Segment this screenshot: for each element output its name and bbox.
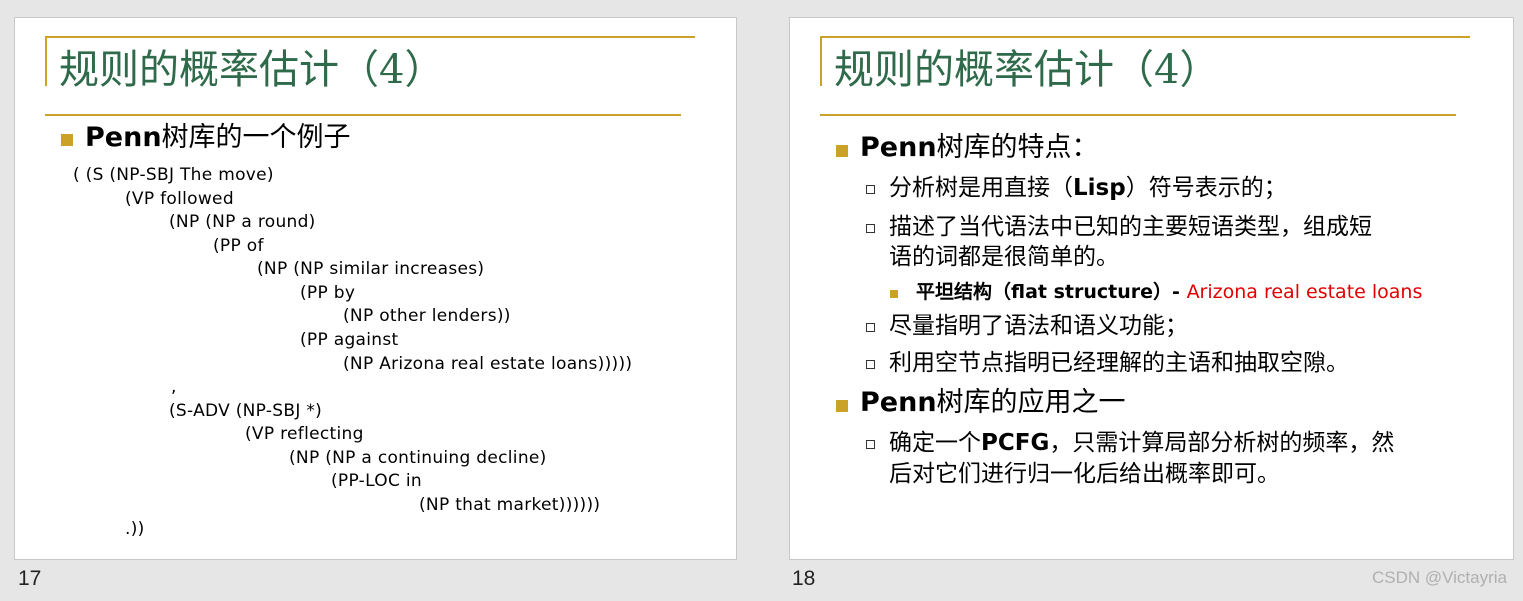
sub-bullet-phrase-types-cont: 语的词都是很简单的。 xyxy=(889,244,1119,270)
sub-bullet-pcfg-cont: 后对它们进行归一化后给出概率即可。 xyxy=(889,461,1280,487)
sub-bullet-pcfg: 确定一个PCFG，只需计算局部分析树的频率，然 xyxy=(889,430,1395,456)
slide-title: 规则的概率估计（4） xyxy=(59,47,445,93)
heading-penn-example: Penn树库的一个例子 xyxy=(85,122,351,153)
hollow-bullet-icon xyxy=(866,224,875,233)
sub-bullet-lisp: 分析树是用直接（Lisp）符号表示的； xyxy=(889,175,1287,201)
page-number-18: 18 xyxy=(792,567,816,590)
bullet-penn-features: Penn树库的特点： xyxy=(860,132,1099,163)
code-line: (NP (NP similar increases) xyxy=(257,259,485,279)
watermark: CSDN @Victayria xyxy=(1371,568,1507,587)
code-line: (PP of xyxy=(213,236,264,256)
slide-17: 规则的概率估计（4） Penn树库的一个例子 ( (S (NP-SBJ The … xyxy=(14,17,737,560)
treebank-example-code: ( (S (NP-SBJ The move) (VP followed (NP … xyxy=(73,158,725,554)
sub-sub-bullet-flat-structure: 平坦结构（flat structure）- Arizona real estat… xyxy=(916,281,1423,303)
code-line: (VP followed xyxy=(125,189,234,209)
square-bullet-icon xyxy=(836,145,848,157)
slide-title: 规则的概率估计（4） xyxy=(834,47,1220,93)
sub-bullet-phrase-types: 描述了当代语法中已知的主要短语类型，组成短 xyxy=(889,214,1372,240)
code-line: .)) xyxy=(125,519,145,539)
code-line: (NP Arizona real estate loans))))) xyxy=(343,354,633,374)
title-underline xyxy=(45,114,681,116)
square-bullet-icon xyxy=(836,400,848,412)
page-number-17: 17 xyxy=(18,567,42,590)
slide-18: 规则的概率估计（4） Penn树库的特点： 分析树是用直接（Lisp）符号表示的… xyxy=(789,17,1514,560)
sub-bullet-functions: 尽量指明了语法和语义功能； xyxy=(889,313,1188,339)
code-line: , xyxy=(171,377,177,397)
code-line: (NP (NP a continuing decline) xyxy=(289,448,547,468)
code-line: ( (S (NP-SBJ The move) xyxy=(73,165,274,185)
code-line: (NP (NP a round) xyxy=(169,212,316,232)
code-line: (NP other lenders)) xyxy=(343,306,511,326)
title-underline xyxy=(820,114,1456,116)
bullet-penn-applications: Penn树库的应用之一 xyxy=(860,387,1126,418)
square-bullet-icon xyxy=(61,134,73,146)
code-line: (PP by xyxy=(300,283,356,303)
code-line: (PP-LOC in xyxy=(331,471,422,491)
code-line: (S-ADV (NP-SBJ *) xyxy=(169,401,323,421)
code-line: (VP reflecting xyxy=(245,424,364,444)
hollow-bullet-icon xyxy=(866,323,875,332)
sub-bullet-empty-nodes: 利用空节点指明已经理解的主语和抽取空隙。 xyxy=(889,350,1349,376)
hollow-bullet-icon xyxy=(866,440,875,449)
code-line: (PP against xyxy=(300,330,399,350)
hollow-bullet-icon xyxy=(866,360,875,369)
small-square-bullet-icon xyxy=(890,290,898,298)
code-line: (NP that market)))))) xyxy=(419,495,601,515)
hollow-bullet-icon xyxy=(866,185,875,194)
